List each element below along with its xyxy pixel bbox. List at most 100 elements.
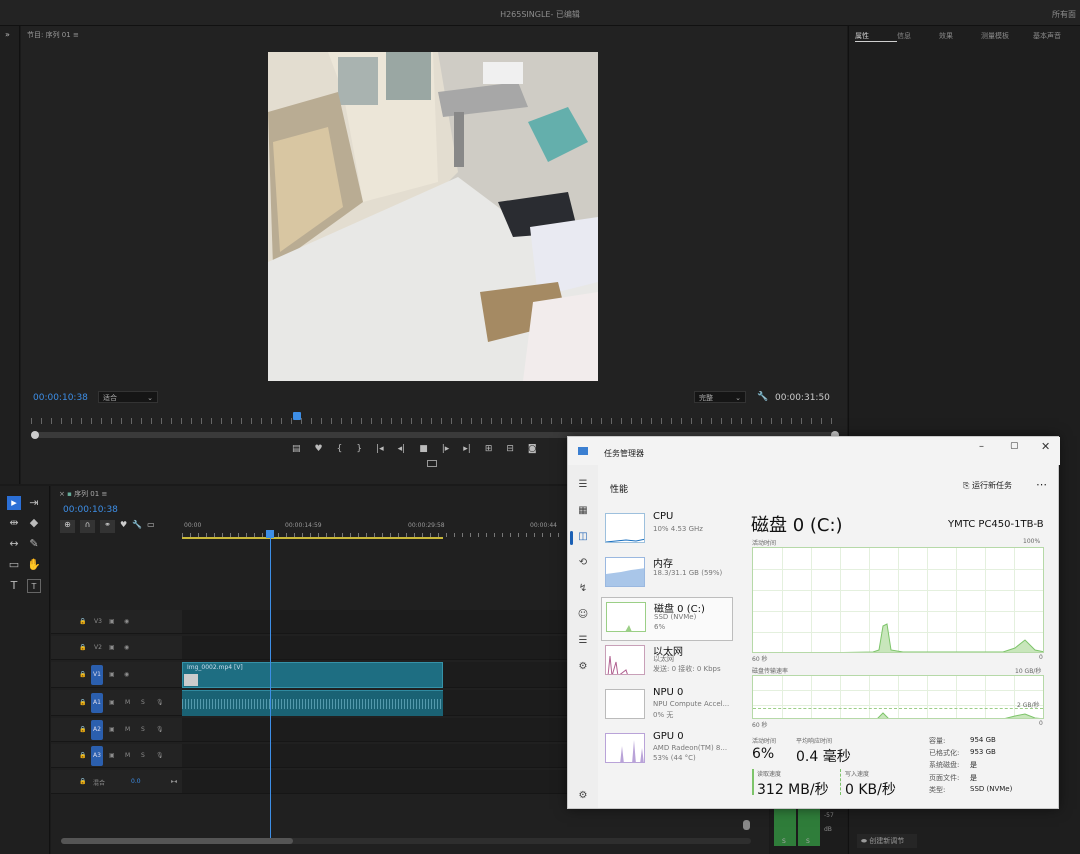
step-back-icon[interactable]: ◂| [398,444,406,454]
rectangle-tool-icon[interactable]: ▭ [7,558,21,572]
track-label-a3[interactable]: A3 [91,746,103,766]
go-to-in-icon[interactable]: |◂ [376,444,384,454]
sync-lock-icon[interactable]: ▣ [109,671,115,678]
perf-item-gpu[interactable]: GPU 0 AMD Radeon(TM) 8... 53% (44 °C) [601,729,733,773]
pen-tool-icon[interactable]: ✎ [27,537,41,551]
hand-tool-icon[interactable]: ✋ [27,558,41,572]
settings-icon[interactable]: ⚙ [577,790,589,801]
track-label-a2[interactable]: A2 [91,720,103,740]
meter-solo-left[interactable]: S [782,838,786,845]
sync-lock-icon[interactable]: ▣ [109,644,115,651]
processes-icon[interactable]: ▦ [577,505,589,516]
track-label-v3[interactable]: V3 [94,618,102,625]
tab-essential-sound[interactable]: 基本声音 [1033,31,1075,42]
insert-nest-icon[interactable]: ⊕ [60,520,75,533]
perf-item-npu[interactable]: NPU 0 NPU Compute Accel... 0% 无 [601,685,733,729]
perf-item-memory[interactable]: 内存 18.3/31.1 GB (59%) [601,553,733,597]
lock-icon[interactable]: 🔒 [79,618,86,625]
mark-in-icon[interactable]: { [337,444,343,454]
close-button[interactable]: ✕ [1041,440,1050,453]
step-forward-icon[interactable]: |▸ [442,444,450,454]
wrench-icon[interactable]: 🔧 [757,392,768,402]
video-clip[interactable]: Img_0002.mp4 [V] [182,662,443,688]
startup-apps-icon[interactable]: ↯ [577,583,589,594]
run-new-task-button[interactable]: ⎘ 运行新任务 [963,480,1012,491]
microphone-icon[interactable]: 🎙 [156,699,164,706]
timeline-timecode[interactable]: 00:00:10:38 [63,505,118,515]
eye-icon[interactable]: ◉ [124,644,129,651]
tab-effects[interactable]: 效果 [939,31,981,42]
perf-item-disk[interactable]: 磁盘 0 (C:) SSD (NVMe) 6% [601,597,733,641]
work-area-bar[interactable] [182,537,443,539]
microphone-icon[interactable]: 🎙 [156,726,164,733]
timeline-tab[interactable]: × ▪ 序列 01 ≡ [59,489,107,499]
sync-lock-icon[interactable]: ▣ [109,699,115,706]
mute-button[interactable]: M [125,726,130,733]
mute-button[interactable]: M [125,752,130,759]
minimize-button[interactable]: – [979,441,984,452]
lock-icon[interactable]: 🔒 [79,778,86,785]
services-icon[interactable]: ⚙ [577,661,589,672]
lock-icon[interactable]: 🔒 [79,726,86,733]
track-select-icon[interactable]: ⇥ [27,496,41,510]
timeline-vertical-scroll-handle[interactable] [743,820,750,830]
microphone-icon[interactable]: 🎙 [156,752,164,759]
mark-out-icon[interactable]: } [356,444,362,454]
camera-icon[interactable]: ◙ [528,444,537,454]
timeline-playhead[interactable] [266,530,274,538]
lock-icon[interactable]: 🔒 [79,752,86,759]
expand-panels-icon[interactable]: » [5,30,10,39]
slip-tool-icon[interactable]: ↔ [7,537,21,551]
zoom-fit-dropdown[interactable]: 适合 ⌄ [98,391,158,403]
ripple-edit-icon[interactable]: ⇹ [7,516,21,530]
mute-button[interactable]: M [125,699,130,706]
task-manager-titlebar[interactable]: 任务管理器 – ▢ ✕ [568,437,1060,465]
panel-menu-icon[interactable]: ≡ [73,31,79,39]
details-icon[interactable]: ☰ [577,635,589,646]
export-frame-icon[interactable]: ▤ [292,444,301,454]
playback-resolution-dropdown[interactable]: 完整 ⌄ [694,391,746,403]
linked-selection-icon[interactable]: ⚭ [100,520,115,533]
timeline-settings-icon[interactable]: 🔧 [132,520,142,533]
create-adjustment-button[interactable]: ⬬ 创建新调节 [857,834,917,848]
lock-icon[interactable]: 🔒 [79,671,86,678]
program-time-ruler[interactable] [31,418,839,424]
tab-info[interactable]: 信息 [897,31,939,42]
go-to-out-icon[interactable]: ▸| [463,444,471,454]
meter-solo-right[interactable]: S [806,838,810,845]
maximize-button[interactable]: ▢ [1010,441,1019,451]
timeline-horizontal-scrollbar[interactable] [61,838,751,844]
lift-icon[interactable]: ⊞ [485,444,493,454]
performance-icon[interactable]: ◫ [577,531,589,542]
selection-tool-icon[interactable]: ▸ [7,496,21,510]
snap-icon[interactable]: ∩ [80,520,95,533]
sync-lock-icon[interactable]: ▣ [109,752,115,759]
comparison-view-icon[interactable] [427,460,437,467]
tab-properties[interactable]: 属性 [855,31,897,42]
mix-volume-value[interactable]: 0.0 [131,778,141,785]
sync-lock-icon[interactable]: ▣ [109,726,115,733]
audio-clip[interactable] [182,690,443,716]
extract-icon[interactable]: ⊟ [506,444,514,454]
sync-lock-icon[interactable]: ▣ [109,618,115,625]
lock-icon[interactable]: 🔒 [79,699,86,706]
program-playhead[interactable] [293,412,301,420]
app-history-icon[interactable]: ⟲ [577,557,589,568]
timeline-marker-icon[interactable]: ♥ [120,520,127,533]
users-icon[interactable]: ☺ [577,609,589,620]
track-label-a1[interactable]: A1 [91,693,103,713]
lock-icon[interactable]: 🔒 [79,644,86,651]
tab-motion-graphics-templates[interactable]: 测量模板 [981,31,1033,42]
workspace-menu[interactable]: 所有面 [1052,9,1076,20]
caption-tool-icon[interactable]: T [27,579,41,593]
program-current-timecode[interactable]: 00:00:10:38 [33,393,88,403]
track-label-v1[interactable]: V1 [91,665,103,685]
add-marker-icon[interactable]: ♥ [315,444,323,454]
program-monitor-header[interactable]: 节目: 序列 01 ≡ [27,30,79,40]
captions-icon[interactable]: ▭ [147,520,155,533]
mix-go-to-icon[interactable]: ▸◂ [171,778,177,785]
solo-button[interactable]: S [141,699,145,706]
razor-icon[interactable]: ◆ [27,516,41,530]
solo-button[interactable]: S [141,752,145,759]
eye-icon[interactable]: ◉ [124,618,129,625]
